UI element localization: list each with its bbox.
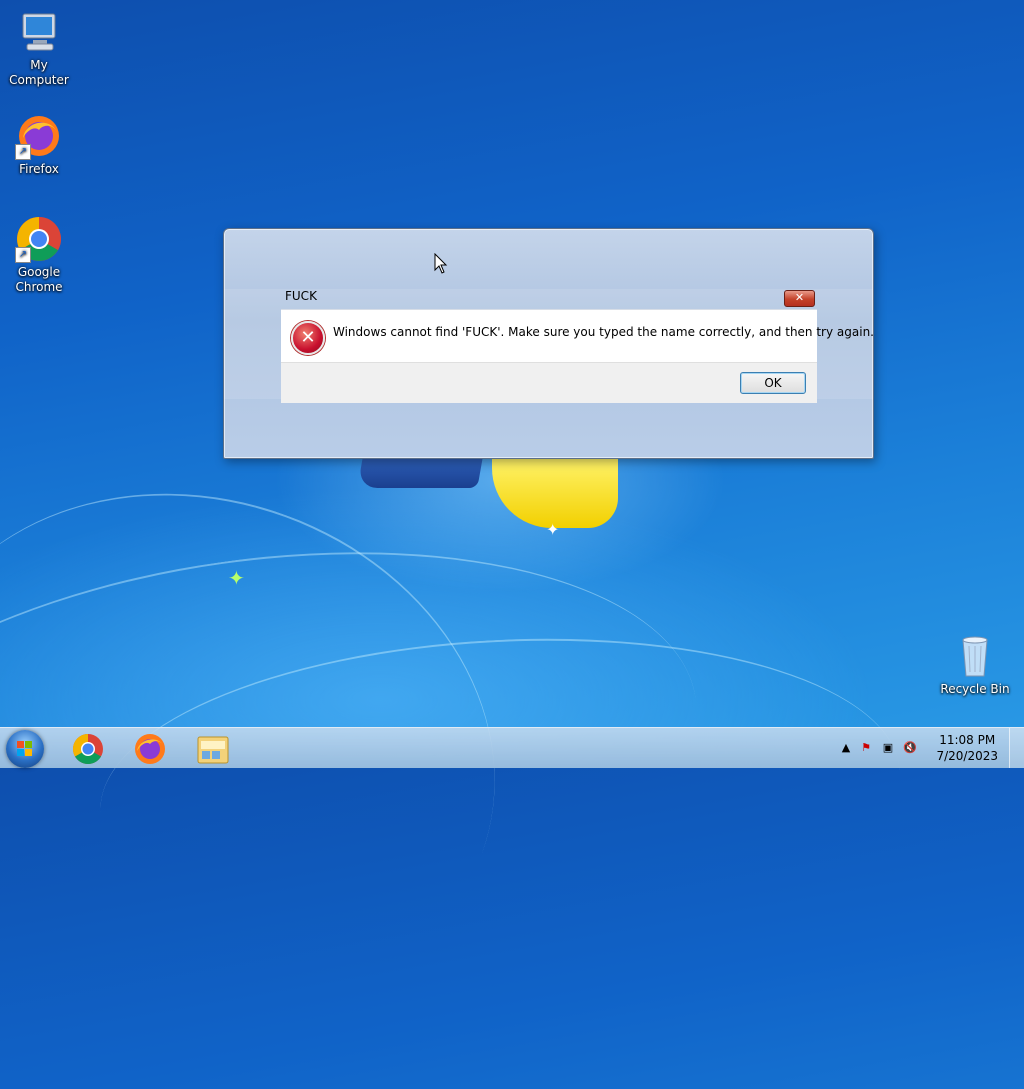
windows-logo-yellow-piece [492, 458, 618, 528]
start-button[interactable] [6, 730, 44, 768]
clock-time: 11:08 PM [939, 733, 996, 747]
desktop-icon-label: Google Chrome [15, 265, 63, 294]
dialog-title: FUCK [285, 289, 317, 303]
desktop-icon-label: Firefox [19, 162, 59, 176]
chrome-icon [72, 734, 103, 765]
error-dialog: FUCK ✕ ✕ Windows cannot find 'FUCK'. Mak… [281, 288, 874, 403]
shortcut-arrow-icon: ↗ [15, 144, 31, 160]
dialog-body: ✕ Windows cannot find 'FUCK'. Make sure … [281, 309, 874, 362]
desktop-icon-label: Recycle Bin [940, 682, 1010, 696]
desktop-icon-recycle-bin[interactable]: Recycle Bin [936, 632, 1014, 697]
desktop-icon-label: My Computer [9, 58, 69, 87]
file-explorer-icon [197, 736, 229, 764]
chrome-icon: ↗ [15, 215, 63, 263]
close-button[interactable]: ✕ [784, 290, 815, 307]
mouse-cursor-icon [434, 253, 448, 274]
desktop-icon-my-computer[interactable]: My Computer [0, 8, 78, 88]
close-icon: ✕ [794, 291, 805, 304]
wallpaper-swoosh [92, 619, 908, 963]
taskbar-app-chrome[interactable] [64, 731, 112, 767]
show-hidden-icons-arrow[interactable]: ▲ [838, 740, 854, 756]
taskbar-app-firefox[interactable] [126, 731, 174, 767]
windows-logo-icon [17, 741, 33, 757]
clock[interactable]: 11:08 PM 7/20/2023 [936, 732, 998, 764]
sparkle-icon: ✦ [228, 566, 245, 590]
system-tray: ▲ ⚑ ▣ 🔇 11:08 PM 7/20/2023 [834, 728, 1024, 768]
volume-muted-icon[interactable]: 🔇 [902, 740, 918, 756]
show-desktop-button[interactable] [1009, 728, 1024, 768]
windows-logo-blue-piece [357, 458, 483, 488]
shortcut-arrow-icon: ↗ [15, 247, 31, 263]
error-icon: ✕ [291, 321, 325, 355]
desktop-icon-google-chrome[interactable]: ↗ Google Chrome [0, 215, 78, 295]
firefox-icon: ↗ [15, 112, 63, 160]
recycle-bin-icon [951, 632, 999, 680]
desktop-icon-firefox[interactable]: ↗ Firefox [0, 112, 78, 177]
taskbar: ▲ ⚑ ▣ 🔇 11:08 PM 7/20/2023 [0, 727, 1024, 768]
action-center-flag-icon[interactable]: ⚑ [858, 740, 874, 756]
network-icon[interactable]: ▣ [880, 740, 896, 756]
ok-button[interactable]: OK [740, 372, 806, 394]
computer-icon [15, 8, 63, 56]
sparkle-icon: ✦ [546, 520, 560, 539]
clock-date: 7/20/2023 [936, 749, 998, 763]
firefox-icon [135, 734, 165, 764]
dialog-footer: OK [281, 362, 817, 403]
taskbar-app-file-explorer[interactable] [189, 731, 237, 767]
dialog-message: Windows cannot find 'FUCK'. Make sure yo… [333, 325, 874, 339]
